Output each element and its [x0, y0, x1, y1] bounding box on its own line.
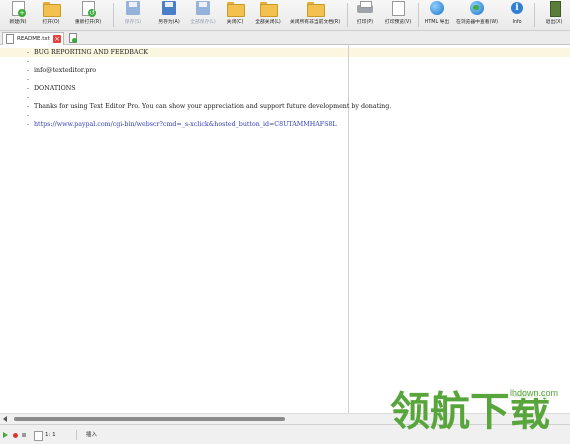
save-all-label: 全部保存(L) — [190, 20, 216, 25]
line-gutter — [0, 45, 28, 413]
exit-button[interactable]: 退出(X) — [540, 0, 568, 30]
line-marker — [27, 106, 29, 107]
close-others-button[interactable]: 关闭所有非当前文档(R) — [287, 0, 343, 30]
new-tab-button[interactable] — [68, 33, 77, 43]
text-line[interactable]: DONATIONS — [34, 84, 76, 93]
close-file-icon — [226, 1, 245, 17]
close-others-icon — [306, 1, 325, 17]
html-export-button[interactable]: HTML 导出 — [422, 0, 452, 30]
main-toolbar: + 新建(N) 打开(O) ↺ 重新打开(R) 保存(S) 另存为(A) 全部保… — [0, 0, 570, 31]
html-export-label: HTML 导出 — [424, 20, 450, 25]
scroll-left-arrow-icon[interactable] — [3, 416, 7, 422]
view-in-browser-button[interactable]: 在浏览器中查看(W) — [454, 0, 500, 30]
macro-stop-icon[interactable] — [22, 433, 26, 437]
view-in-browser-label: 在浏览器中查看(W) — [455, 20, 499, 25]
close-all-button[interactable]: 全部关闭(L) — [252, 0, 284, 30]
close-file-button[interactable]: 关闭(C) — [222, 0, 248, 30]
tab-label: README.txt — [17, 36, 50, 42]
line-marker — [27, 61, 29, 62]
status-separator — [76, 430, 77, 440]
reopen-button[interactable]: ↺ 重新打开(R) — [70, 0, 106, 30]
print-preview-icon — [389, 1, 407, 16]
print-preview-label: 打印预览(V) — [384, 20, 412, 25]
watermark-domain: lhdown.com — [508, 388, 561, 398]
info-button[interactable]: i Info — [504, 0, 530, 30]
editor-area[interactable]: BUG REPORTING AND FEEDBACK info@textedit… — [0, 45, 570, 413]
line-marker — [27, 97, 29, 98]
line-marker — [27, 79, 29, 80]
close-others-label: 关闭所有非当前文档(R) — [289, 20, 341, 25]
open-button[interactable]: 打开(O) — [34, 0, 68, 30]
browser-icon — [468, 1, 486, 16]
close-all-label: 全部关闭(L) — [255, 20, 281, 25]
save-all-icon — [194, 1, 212, 16]
reopen-label: 重新打开(R) — [74, 20, 102, 25]
open-label: 打开(O) — [42, 20, 60, 25]
close-tab-icon[interactable]: × — [53, 35, 61, 43]
toolbar-separator — [534, 3, 535, 27]
line-marker — [27, 52, 29, 53]
line-marker — [27, 115, 29, 116]
new-file-button[interactable]: + 新建(N) — [4, 0, 32, 30]
toolbar-separator — [113, 3, 114, 27]
macro-play-icon[interactable] — [3, 432, 8, 438]
insert-mode: 插入 — [86, 432, 98, 438]
info-label: Info — [512, 20, 522, 25]
line-marker — [27, 70, 29, 71]
close-all-icon — [259, 1, 278, 17]
close-file-label: 关闭(C) — [226, 20, 244, 25]
new-file-icon: + — [9, 1, 27, 17]
text-line[interactable]: Thanks for using Text Editor Pro. You ca… — [34, 102, 391, 111]
print-button[interactable]: 打印(P) — [352, 0, 378, 30]
line-marker — [27, 124, 29, 125]
open-folder-icon — [42, 1, 61, 17]
tab-readme[interactable]: README.txt × — [2, 32, 64, 45]
print-preview-button[interactable]: 打印预览(V) — [382, 0, 414, 30]
save-button[interactable]: 保存(S) — [118, 0, 148, 30]
document-icon — [34, 431, 43, 441]
current-line-gutter — [0, 48, 28, 57]
save-as-button[interactable]: 另存为(A) — [152, 0, 186, 30]
text-line[interactable]: BUG REPORTING AND FEEDBACK — [34, 48, 148, 57]
site-watermark: 领航下载 lhdown.com — [390, 384, 568, 442]
new-file-label: 新建(N) — [9, 20, 27, 25]
text-line[interactable]: info@texteditor.pro — [34, 66, 96, 75]
save-icon — [124, 1, 142, 16]
html-export-icon — [428, 1, 446, 16]
exit-icon — [545, 1, 563, 17]
save-as-label: 另存为(A) — [158, 20, 180, 25]
info-icon: i — [508, 1, 526, 16]
macro-record-icon[interactable] — [13, 433, 18, 438]
print-icon — [356, 1, 374, 16]
cursor-position: 1: 1 — [45, 432, 56, 438]
print-label: 打印(P) — [356, 20, 374, 25]
toolbar-separator — [347, 3, 348, 27]
save-all-button[interactable]: 全部保存(L) — [186, 0, 220, 30]
plus-icon — [72, 38, 77, 43]
line-marker — [27, 88, 29, 89]
save-label: 保存(S) — [124, 20, 142, 25]
horizontal-scroll-thumb[interactable] — [14, 417, 285, 421]
right-margin-guide — [348, 45, 349, 413]
text-file-icon — [6, 34, 14, 44]
toolbar-separator — [418, 3, 419, 27]
document-tab-bar: README.txt × — [0, 31, 570, 45]
text-line-link[interactable]: https://www.paypal.com/cgi-bin/webscr?cm… — [34, 120, 337, 129]
exit-label: 退出(X) — [545, 20, 563, 25]
save-as-icon — [160, 1, 178, 16]
reopen-icon: ↺ — [79, 1, 97, 17]
